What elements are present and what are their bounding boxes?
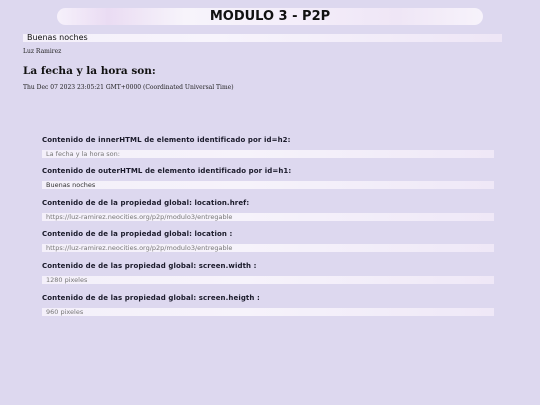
location-href-label: Contenido de de la propiedad global: loc… (42, 199, 250, 207)
greeting-heading: Buenas noches (27, 33, 88, 42)
outer-html-value: Buenas noches (42, 181, 494, 189)
inner-html-label: Contenido de innerHTML de elemento ident… (42, 136, 291, 144)
page-title-banner: MODULO 3 - P2P (57, 8, 483, 25)
page-title: MODULO 3 - P2P (209, 9, 331, 24)
outer-html-label: Contenido de outerHTML de elemento ident… (42, 167, 292, 175)
screen-height-value: 960 pixeles (42, 308, 494, 316)
location-href-value: https://luz-ramirez.neocities.org/p2p/mo… (42, 213, 494, 221)
screen-height-label: Contenido de de las propiedad global: sc… (42, 294, 260, 302)
screen-width-label: Contenido de de las propiedad global: sc… (42, 262, 257, 270)
location-value: https://luz-ramirez.neocities.org/p2p/mo… (42, 244, 494, 252)
screen-width-value: 1280 pixeles (42, 276, 494, 284)
greeting-heading-bar: Buenas noches (23, 33, 502, 42)
author-name: Luz Ramirez (23, 48, 62, 55)
inner-html-value: La fecha y la hora son: (42, 150, 494, 158)
date-subheading: La fecha y la hora son: (23, 65, 156, 77)
location-label: Contenido de de la propiedad global: loc… (42, 230, 233, 238)
current-datetime: Thu Dec 07 2023 23:05:21 GMT+0000 (Coord… (23, 84, 234, 91)
